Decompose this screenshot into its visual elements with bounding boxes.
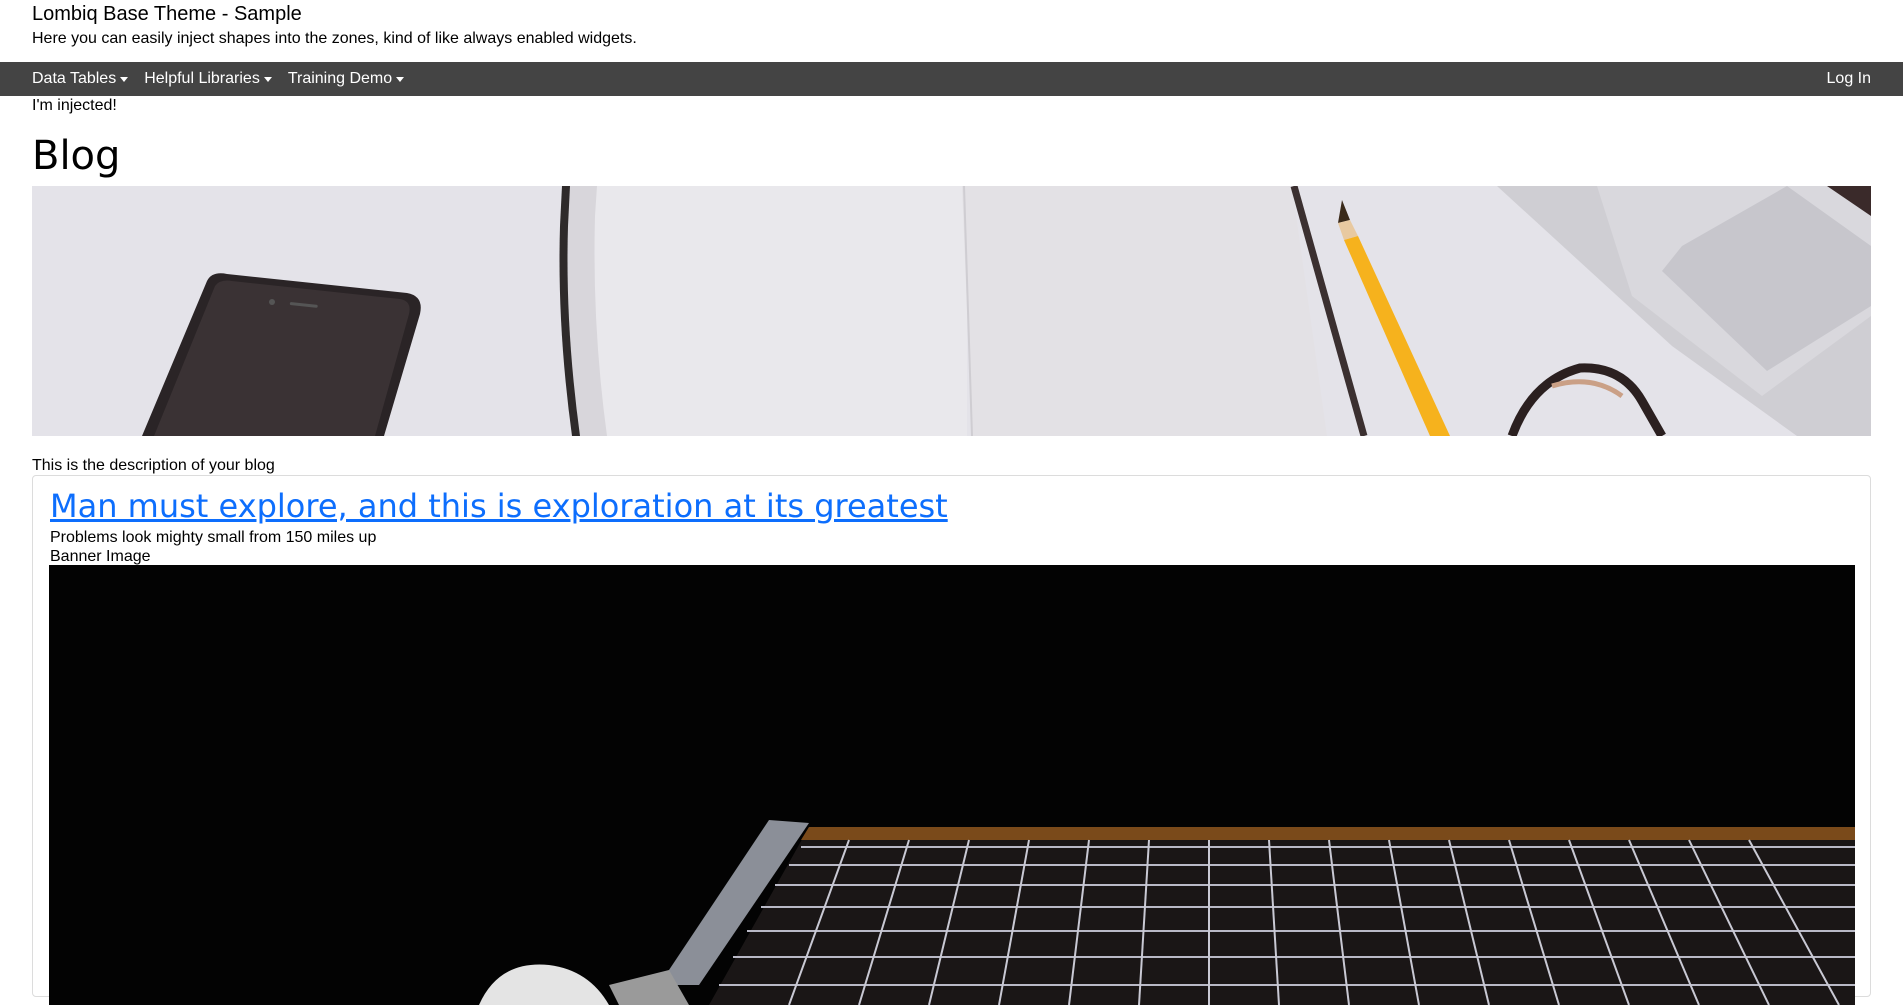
blog-description: This is the description of your blog [32, 457, 275, 474]
banner-image-label: Banner Image [50, 548, 151, 565]
nav-menu: Data Tables Helpful Libraries Training D… [0, 70, 420, 88]
nav-item-data-tables[interactable]: Data Tables [32, 70, 129, 88]
nav-item-label: Data Tables [32, 70, 117, 87]
blog-post-card: Man must explore, and this is exploratio… [32, 475, 1871, 1005]
post-subtitle: Problems look mighty small from 150 mile… [50, 529, 377, 546]
site-header: Lombiq Base Theme - Sample Here you can … [32, 0, 637, 49]
main-navbar: Data Tables Helpful Libraries Training D… [0, 62, 1903, 96]
site-title: Lombiq Base Theme - Sample [32, 3, 302, 25]
site-tagline: Here you can easily inject shapes into t… [32, 30, 637, 47]
nav-item-label: Helpful Libraries [144, 70, 260, 87]
page-title: Blog [32, 133, 121, 179]
nav-item-helpful-libraries[interactable]: Helpful Libraries [144, 70, 272, 88]
blog-hero-image [32, 186, 1871, 436]
post-title-link[interactable]: Man must explore, and this is exploratio… [50, 486, 948, 526]
caret-down-icon [396, 77, 405, 82]
login-link[interactable]: Log In [1827, 70, 1903, 88]
nav-item-training-demo[interactable]: Training Demo [287, 70, 405, 88]
nav-item-label: Training Demo [287, 70, 393, 87]
caret-down-icon [120, 77, 129, 82]
caret-down-icon [263, 77, 272, 82]
notebook-graphic [559, 186, 1327, 436]
post-banner-image [49, 565, 1855, 1005]
injected-shape-text: I'm injected! [32, 97, 117, 114]
